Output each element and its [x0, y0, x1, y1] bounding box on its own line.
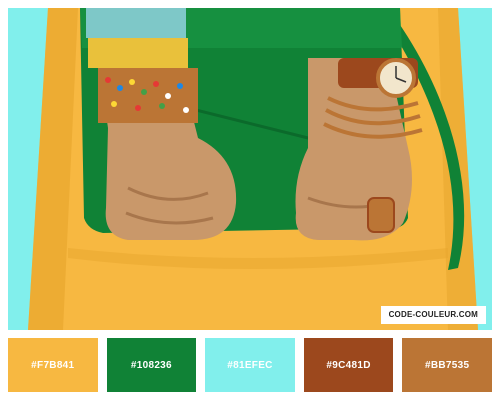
photo: CODE-COULEUR.COM	[8, 8, 492, 330]
fashion-photo-illustration	[8, 8, 492, 330]
swatch-label: #BB7535	[424, 359, 470, 371]
color-palette: #F7B841 #108236 #81EFEC #9C481D #BB7535	[8, 338, 492, 392]
watermark: CODE-COULEUR.COM	[380, 306, 486, 324]
swatch-4: #9C481D	[303, 338, 394, 392]
beaded-cuff-yellow	[88, 38, 188, 68]
swatch-1: #F7B841	[8, 338, 98, 392]
swatch-label: #9C481D	[326, 359, 371, 371]
swatch-label: #108236	[130, 359, 172, 371]
statement-ring	[367, 197, 395, 233]
beaded-cuff-gold	[98, 68, 198, 123]
swatch-3: #81EFEC	[205, 338, 295, 392]
swatch-label: #81EFEC	[227, 359, 273, 371]
swatch-label: #F7B841	[31, 359, 75, 371]
swatch-2: #108236	[106, 338, 197, 392]
beaded-cuff-turquoise	[86, 8, 186, 38]
swatch-5: #BB7535	[402, 338, 492, 392]
